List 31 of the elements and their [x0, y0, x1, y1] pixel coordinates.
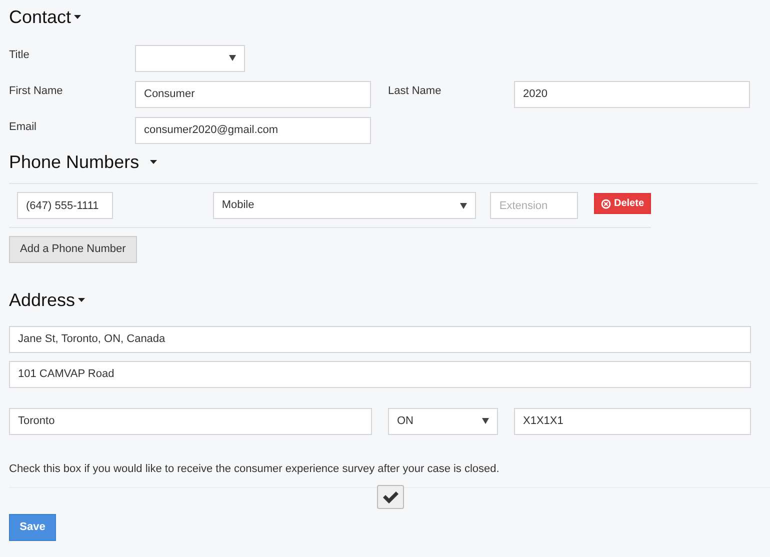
- field-label: Title: [9, 48, 30, 62]
- text-field[interactable]: 101 CAMVAP Road: [9, 360, 751, 388]
- caret-icon: [74, 15, 82, 19]
- field-label: Email: [9, 120, 38, 134]
- section-heading[interactable]: Contact: [9, 6, 82, 28]
- checkmark-icon: [382, 490, 398, 504]
- close-icon: [600, 198, 611, 208]
- text-field[interactable]: Toronto: [9, 408, 372, 434]
- field-label: Last Name: [388, 84, 442, 98]
- dropdown-arrow-icon: [460, 202, 467, 208]
- text-field[interactable]: Extension: [490, 192, 578, 219]
- dropdown-arrow-icon: [229, 55, 236, 61]
- select-field[interactable]: ON: [388, 408, 498, 434]
- survey-checkbox[interactable]: [376, 485, 404, 509]
- text-field[interactable]: Consumer: [135, 80, 371, 108]
- survey-text: Check this box if you would like to receive the consumer experience survey after your case is closed.: [9, 462, 500, 476]
- field-label: First Name: [9, 84, 64, 98]
- caret-icon: [78, 298, 86, 302]
- text-field[interactable]: X1X1X1: [514, 408, 751, 434]
- section-heading[interactable]: Phone Numbers: [9, 150, 158, 172]
- select-field[interactable]: Mobile: [212, 192, 476, 219]
- text-field[interactable]: Jane St, Toronto, ON, Canada: [9, 326, 751, 352]
- delete-button[interactable]: Delete: [594, 193, 651, 214]
- caret-icon: [150, 160, 158, 164]
- add-phone-button[interactable]: Add a Phone Number: [9, 236, 137, 263]
- dropdown-arrow-icon: [482, 418, 489, 424]
- text-field[interactable]: consumer2020@gmail.com: [135, 116, 371, 144]
- text-field[interactable]: 2020: [514, 80, 750, 108]
- section-heading[interactable]: Address: [9, 289, 86, 311]
- select-field[interactable]: [135, 44, 245, 72]
- text-field[interactable]: (647) 555-1111: [17, 192, 113, 219]
